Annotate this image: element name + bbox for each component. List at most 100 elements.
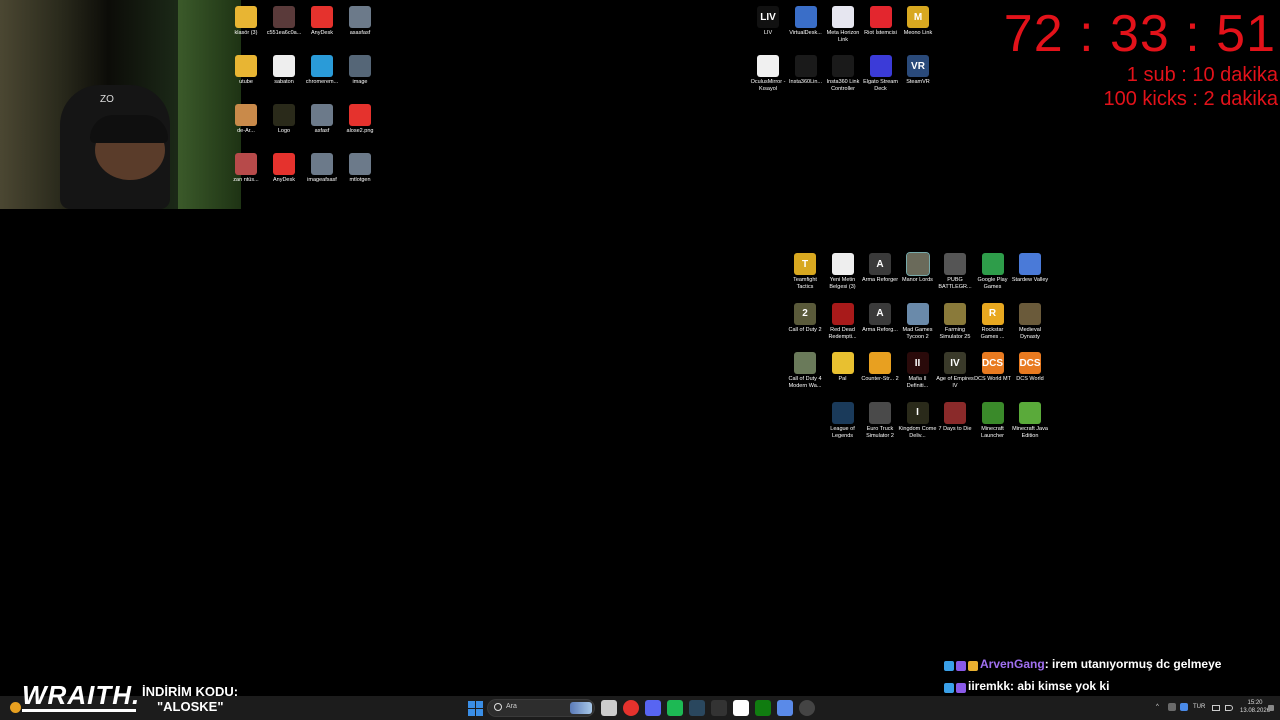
- desktop-icon[interactable]: Riot İstemcisi: [862, 6, 900, 37]
- desktop-icon[interactable]: imageafsasf: [303, 153, 341, 184]
- cod4-icon: [794, 352, 816, 374]
- desktop-icon[interactable]: c551ea6c0a...: [265, 6, 303, 37]
- desktop-icon-label: imageafsasf: [307, 177, 337, 183]
- insta360-icon: [794, 55, 817, 77]
- desktop-icon[interactable]: OculusMirror - Kısayol: [749, 55, 787, 93]
- search-highlight-icon: [570, 702, 592, 714]
- desktop-icon[interactable]: Minecraft Launcher: [974, 401, 1012, 440]
- desktop-icon[interactable]: II Mafia II Definiti...: [899, 352, 937, 390]
- desktop-icon[interactable]: IV Age of Empires IV: [936, 352, 974, 390]
- desktop-icon[interactable]: de-Ar...: [227, 104, 265, 135]
- desktop-icon[interactable]: mtlotgen: [341, 153, 379, 184]
- desktop-icon[interactable]: A Arma Reforger: [861, 253, 899, 284]
- tray-app-icon[interactable]: [1168, 703, 1176, 711]
- riot-icon: [869, 6, 892, 28]
- desktop-icon[interactable]: chromerem...: [303, 55, 341, 86]
- desktop-icon-label: Riot İstemcisi: [864, 30, 897, 36]
- cs2-icon: [869, 352, 891, 374]
- desktop-icon[interactable]: asasfasf: [341, 6, 379, 37]
- tray-app-icon-2[interactable]: [1180, 703, 1188, 711]
- desktop-icon[interactable]: VirtualDesk...: [787, 6, 825, 37]
- desktop-icon[interactable]: Insta360Lin...: [787, 55, 825, 86]
- desktop-icon[interactable]: LIV LIV: [749, 6, 787, 37]
- desktop-icon-label: Mad Games Tycoon 2: [902, 326, 933, 340]
- desktop-icon[interactable]: Medieval Dynasty: [1011, 302, 1049, 341]
- steamvr-icon: VR: [907, 55, 929, 77]
- icon-glyph-text: DCS: [1019, 357, 1041, 369]
- desktop-icon[interactable]: Manor Lords: [899, 252, 937, 284]
- desktop-icon-label: asasfasf: [349, 30, 371, 36]
- notification-icon[interactable]: [1268, 705, 1274, 711]
- network-icon[interactable]: [1212, 705, 1220, 711]
- desktop-icon[interactable]: Logo: [265, 104, 303, 135]
- desktop-icon[interactable]: zan ntüs...: [227, 153, 265, 184]
- image-icon: [349, 153, 371, 175]
- desktop-icon[interactable]: image: [341, 55, 379, 86]
- tray-chevron-icon[interactable]: ^: [1156, 704, 1159, 710]
- desktop-icon[interactable]: League of Legends: [824, 401, 862, 440]
- desktop-icon-label: League of Legends: [830, 425, 855, 439]
- desktop-icon[interactable]: Yeni Metin Belgesi (3): [824, 253, 862, 291]
- image-icon: [349, 55, 371, 77]
- desktop-icon[interactable]: Counter-Str... 2: [861, 352, 899, 383]
- desktop-icon[interactable]: Stardew Valley: [1011, 253, 1049, 284]
- desktop-icon[interactable]: Red Dead Redempti...: [824, 302, 862, 341]
- chat-badge-icon: [944, 660, 954, 671]
- desktop-icon[interactable]: 7 Days to Die: [936, 401, 974, 433]
- spotify-icon[interactable]: [667, 700, 683, 716]
- desktop-icon[interactable]: DCS DCS World: [1011, 352, 1049, 383]
- desktop-icon[interactable]: Pal: [824, 352, 862, 383]
- desktop-icon-label: de-Ar...: [237, 128, 255, 134]
- volume-icon[interactable]: [1225, 705, 1233, 711]
- desktop-icon-label: Rockstar Games ...: [980, 326, 1005, 340]
- windows-start-icon[interactable]: [467, 700, 483, 716]
- desktop-icon[interactable]: A Arma Reforg...: [861, 302, 899, 334]
- desktop-icon[interactable]: I Kingdom Come Deliv...: [899, 401, 937, 440]
- desktop-icon[interactable]: Google Play Games: [974, 253, 1012, 291]
- taskbar-search-placeholder: Ara: [506, 703, 517, 710]
- folder-icon: [235, 55, 257, 77]
- desktop-icon[interactable]: Call of Duty 4 Modern Wa...: [786, 352, 824, 390]
- desktop-icon[interactable]: DCS DCS World MT: [974, 352, 1012, 383]
- desktop-icon[interactable]: Euro Truck Simulator 2: [861, 401, 899, 440]
- obs-icon[interactable]: [799, 700, 815, 716]
- desktop-icon[interactable]: asfasf: [303, 104, 341, 135]
- aoe-icon: IV: [944, 352, 966, 374]
- desktop-icon[interactable]: PUBG BATTLEGR...: [936, 253, 974, 291]
- desktop-icon[interactable]: R Rockstar Games ...: [974, 302, 1012, 341]
- desktop-icon[interactable]: alose2.png: [341, 104, 379, 135]
- mafia-icon: II: [906, 352, 929, 374]
- desktop-icon[interactable]: M Meono Link: [899, 6, 937, 37]
- chat-username: ArvenGang: [980, 657, 1045, 671]
- clock-time: 15:20: [1247, 700, 1263, 706]
- capcut-icon[interactable]: [733, 700, 749, 716]
- desktop-icon[interactable]: VR SteamVR: [899, 55, 937, 86]
- desktop-icon[interactable]: sabaton: [265, 55, 303, 86]
- icon-glyph-text: A: [876, 258, 884, 270]
- desktop-icon[interactable]: Mad Games Tycoon 2: [899, 302, 937, 341]
- desktop-icon[interactable]: AnyDesk: [303, 6, 341, 37]
- desktop-icon[interactable]: T Teamfight Tactics: [786, 253, 824, 291]
- discord-icon[interactable]: [645, 700, 661, 716]
- chat-message: ArvenGang: irem utanıyormuş dc gelmeye: [944, 657, 1221, 672]
- epic-games-icon[interactable]: [711, 700, 727, 716]
- insta360-controller-icon: [832, 55, 854, 77]
- task-view-icon[interactable]: [601, 700, 617, 716]
- copilot-icon[interactable]: [777, 700, 793, 716]
- desktop-icon[interactable]: 2 Call of Duty 2: [786, 302, 824, 334]
- taskbar-clock[interactable]: 15:20 13.08.2026: [1240, 699, 1270, 715]
- weather-icon[interactable]: [10, 702, 21, 713]
- desktop-icon[interactable]: utube: [227, 55, 265, 86]
- rockstar-icon: R: [981, 302, 1004, 325]
- desktop-icon[interactable]: AnyDesk: [265, 153, 303, 184]
- language-indicator[interactable]: TUR: [1193, 704, 1205, 710]
- steam-icon[interactable]: [689, 700, 705, 716]
- desktop-icon[interactable]: Meta Horizon Link: [824, 6, 862, 44]
- desktop-icon[interactable]: Minecraft Java Edition: [1011, 401, 1049, 440]
- desktop-icon[interactable]: Elgato Stream Deck: [862, 55, 900, 93]
- xbox-icon[interactable]: [755, 700, 771, 716]
- desktop-icon[interactable]: klasör (3): [227, 6, 265, 37]
- desktop-icon[interactable]: Insta360 Link Controller: [824, 55, 862, 93]
- desktop-icon[interactable]: Farming Simulator 25: [936, 302, 974, 341]
- opera-gx-icon[interactable]: [623, 700, 639, 716]
